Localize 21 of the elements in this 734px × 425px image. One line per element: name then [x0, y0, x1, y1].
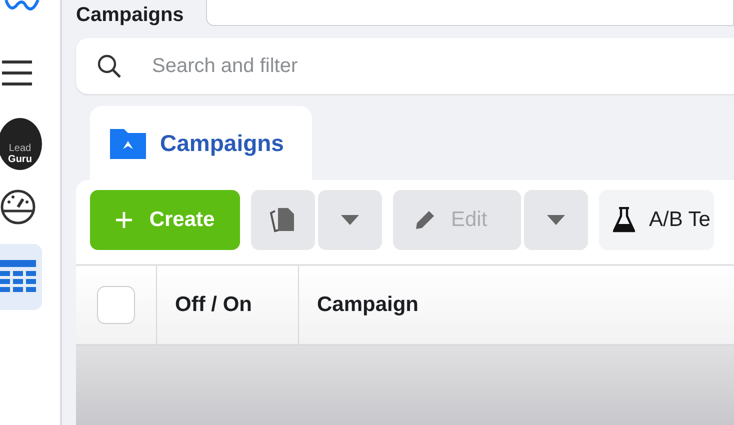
table-icon [0, 260, 36, 294]
search-field[interactable]: Search and filter [76, 38, 734, 94]
ab-test-button[interactable]: A/B Te [599, 190, 714, 250]
plus-icon [115, 211, 134, 229]
account-avatar[interactable]: Lead Guru [0, 118, 42, 170]
search-icon [96, 53, 122, 79]
select-all-checkbox[interactable] [97, 286, 135, 324]
campaigns-tab[interactable]: Campaigns [90, 106, 312, 180]
caret-icon [547, 215, 565, 225]
pencil-icon [413, 208, 437, 232]
flask-icon [613, 207, 635, 233]
gauge-icon [0, 189, 36, 225]
caret-icon [341, 215, 359, 225]
page-title: Campaigns [76, 4, 184, 26]
menu-icon[interactable] [2, 60, 32, 86]
documents-icon [269, 207, 297, 233]
avatar-text: Guru [8, 154, 32, 166]
column-header[interactable]: Off / On [157, 266, 299, 344]
folder-icon [110, 127, 146, 159]
avatar-text: Lead [8, 143, 32, 154]
column-header[interactable]: Campaign [299, 266, 437, 344]
